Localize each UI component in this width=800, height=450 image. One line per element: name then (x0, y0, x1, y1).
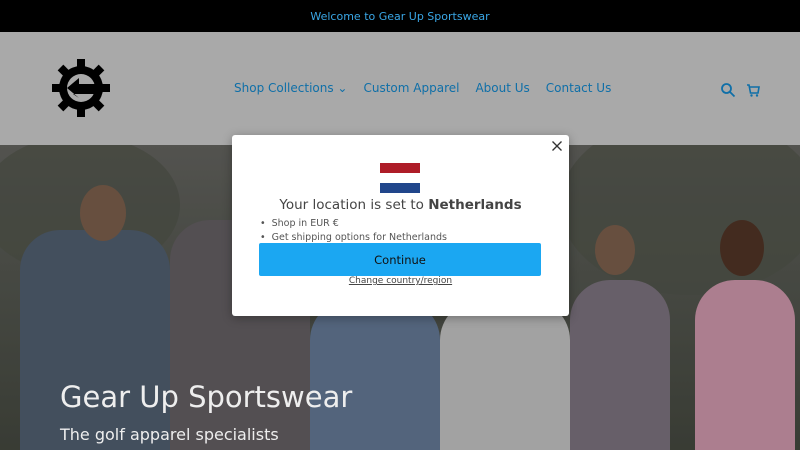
nav-about-us[interactable]: About Us (475, 81, 529, 95)
nav-shop-collections[interactable]: Shop Collections ⌄ (234, 81, 347, 95)
announcement-link[interactable]: Welcome to Gear Up Sportswear (310, 10, 489, 23)
modal-country: Netherlands (428, 197, 522, 213)
gear-logo-icon[interactable] (49, 56, 113, 120)
nav-custom-apparel[interactable]: Custom Apparel (363, 81, 459, 95)
location-modal: Your location is set to Netherlands Shop… (232, 135, 569, 316)
cart-icon[interactable] (745, 82, 761, 98)
main-nav: Shop Collections ⌄ Custom Apparel About … (234, 81, 611, 95)
modal-info-list: Shop in EUR € Get shipping options for N… (260, 217, 447, 245)
continue-button[interactable]: Continue (259, 243, 541, 276)
modal-title-prefix: Your location is set to (279, 197, 424, 213)
search-icon[interactable] (720, 82, 736, 98)
modal-info-currency: Shop in EUR € (260, 217, 447, 231)
nav-contact-us[interactable]: Contact Us (546, 81, 612, 95)
change-country-link[interactable]: Change country/region (232, 276, 569, 286)
site-header: Shop Collections ⌄ Custom Apparel About … (0, 32, 800, 145)
close-icon[interactable] (551, 140, 563, 152)
modal-title: Your location is set to Netherlands (232, 197, 569, 213)
announcement-bar: Welcome to Gear Up Sportswear (0, 0, 800, 32)
hero-subtitle: The golf apparel specialists (60, 425, 279, 444)
netherlands-flag-icon (380, 163, 420, 193)
hero-title: Gear Up Sportswear (60, 380, 353, 414)
